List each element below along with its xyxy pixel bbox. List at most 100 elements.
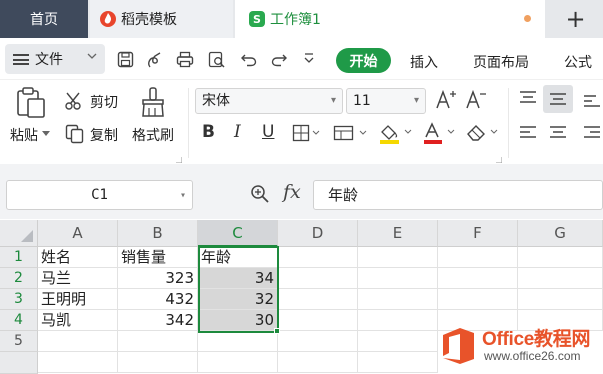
paste-dropdown-icon[interactable] bbox=[42, 130, 50, 140]
copy-button[interactable]: 复制 bbox=[90, 125, 118, 145]
cell-empty[interactable] bbox=[518, 289, 603, 310]
cell-empty[interactable] bbox=[438, 268, 518, 289]
print-preview-icon[interactable] bbox=[207, 51, 227, 69]
cell-empty[interactable] bbox=[278, 268, 358, 289]
cell-b1[interactable]: 销售量 bbox=[118, 247, 198, 268]
cell-empty[interactable] bbox=[358, 352, 438, 373]
tab-templates[interactable]: 稻壳模板 bbox=[90, 0, 233, 38]
cell-a3[interactable]: 王明明 bbox=[38, 289, 118, 310]
file-menu-button[interactable]: 文件 bbox=[5, 44, 105, 74]
scissors-icon[interactable] bbox=[65, 92, 85, 114]
cell-a4[interactable]: 马凯 bbox=[38, 310, 118, 331]
column-header-a[interactable]: A bbox=[38, 220, 118, 247]
cell-empty[interactable] bbox=[358, 268, 438, 289]
cell-empty[interactable] bbox=[438, 247, 518, 268]
column-header-g[interactable]: G bbox=[518, 220, 603, 247]
copy-icon[interactable] bbox=[65, 124, 85, 148]
bold-icon[interactable]: B bbox=[202, 122, 215, 142]
fill-color-icon[interactable] bbox=[378, 122, 414, 148]
insert-function-button[interactable]: fx bbox=[283, 181, 301, 203]
cell-empty[interactable] bbox=[38, 352, 118, 373]
menu-insert-tab[interactable]: 插入 bbox=[410, 52, 438, 72]
cell-empty[interactable] bbox=[278, 331, 358, 352]
cell-b3[interactable]: 432 bbox=[118, 289, 198, 310]
paste-button[interactable]: 粘贴 bbox=[10, 125, 38, 145]
fill-handle[interactable] bbox=[274, 328, 280, 334]
row-header-3[interactable]: 3 bbox=[0, 289, 38, 310]
cell-empty[interactable] bbox=[38, 331, 118, 352]
cell-a2[interactable]: 马兰 bbox=[38, 268, 118, 289]
format-painter-icon[interactable] bbox=[140, 86, 168, 122]
column-header-b[interactable]: B bbox=[118, 220, 198, 247]
cell-c2[interactable]: 34 bbox=[198, 268, 278, 289]
print-icon[interactable] bbox=[175, 51, 195, 69]
cell-b4[interactable]: 342 bbox=[118, 310, 198, 331]
formula-input[interactable]: 年龄 bbox=[313, 180, 603, 210]
decrease-font-size-icon[interactable] bbox=[465, 88, 487, 114]
cell-empty[interactable] bbox=[278, 247, 358, 268]
border-icon[interactable] bbox=[292, 124, 322, 146]
cell-empty[interactable] bbox=[118, 352, 198, 373]
align-right-icon[interactable] bbox=[582, 124, 602, 146]
chevron-down-icon bbox=[87, 50, 97, 64]
cell-style-icon[interactable] bbox=[333, 124, 369, 146]
cell-empty[interactable] bbox=[198, 352, 278, 373]
name-box[interactable]: C1 ▾ bbox=[6, 180, 193, 210]
new-tab-button[interactable]: + bbox=[548, 0, 603, 38]
cell-b2[interactable]: 323 bbox=[118, 268, 198, 289]
align-center-icon[interactable] bbox=[548, 124, 568, 146]
save-icon[interactable] bbox=[115, 51, 135, 69]
format-painter-button[interactable]: 格式刷 bbox=[132, 125, 174, 145]
column-header-f[interactable]: F bbox=[438, 220, 518, 247]
cell-empty[interactable] bbox=[518, 247, 603, 268]
cell-empty[interactable] bbox=[358, 289, 438, 310]
export-pdf-icon[interactable] bbox=[145, 51, 165, 69]
align-top-icon[interactable] bbox=[518, 90, 538, 112]
row-header-2[interactable]: 2 bbox=[0, 268, 38, 289]
paste-icon[interactable] bbox=[15, 86, 47, 124]
italic-icon[interactable]: I bbox=[234, 122, 241, 142]
column-header-d[interactable]: D bbox=[278, 220, 358, 247]
cell-empty[interactable] bbox=[198, 331, 278, 352]
customize-toolbar-icon[interactable] bbox=[299, 51, 319, 69]
select-all-button[interactable] bbox=[0, 220, 38, 247]
column-header-c[interactable]: C bbox=[198, 220, 278, 247]
cut-button[interactable]: 剪切 bbox=[90, 92, 118, 112]
menu-formula-tab[interactable]: 公式 bbox=[564, 52, 592, 72]
cell-empty[interactable] bbox=[438, 289, 518, 310]
redo-icon[interactable] bbox=[269, 51, 289, 69]
cell-empty[interactable] bbox=[358, 331, 438, 352]
row-header-1[interactable]: 1 bbox=[0, 247, 38, 268]
office-logo-icon bbox=[443, 328, 474, 364]
row-header-5[interactable]: 5 bbox=[0, 331, 38, 352]
cell-empty[interactable] bbox=[278, 352, 358, 373]
cell-c4[interactable]: 30 bbox=[198, 310, 278, 331]
column-header-e[interactable]: E bbox=[358, 220, 438, 247]
cell-empty[interactable] bbox=[278, 310, 358, 331]
increase-font-size-icon[interactable] bbox=[435, 88, 457, 114]
tab-home[interactable]: 首页 bbox=[0, 0, 88, 38]
menu-page-layout-tab[interactable]: 页面布局 bbox=[473, 52, 529, 72]
eraser-icon[interactable] bbox=[465, 122, 501, 148]
cell-empty[interactable] bbox=[118, 331, 198, 352]
font-size-select[interactable]: 11 ▾ bbox=[346, 88, 426, 114]
row-header-4[interactable]: 4 bbox=[0, 310, 38, 331]
cell-empty[interactable] bbox=[518, 268, 603, 289]
zoom-search-icon[interactable] bbox=[250, 184, 270, 209]
row-header-6[interactable] bbox=[0, 352, 38, 374]
cell-c3[interactable]: 32 bbox=[198, 289, 278, 310]
menu-start-tab[interactable]: 开始 bbox=[336, 48, 391, 73]
undo-icon[interactable] bbox=[239, 51, 259, 69]
tab-workbook[interactable]: S 工作簿1 bbox=[235, 0, 545, 38]
cell-empty[interactable] bbox=[278, 289, 358, 310]
font-name-select[interactable]: 宋体 ▾ bbox=[195, 88, 343, 114]
cell-empty[interactable] bbox=[358, 310, 438, 331]
font-color-icon[interactable] bbox=[422, 122, 458, 148]
cell-a1[interactable]: 姓名 bbox=[38, 247, 118, 268]
align-bottom-icon[interactable] bbox=[582, 90, 602, 112]
align-middle-icon[interactable] bbox=[548, 90, 568, 112]
underline-icon[interactable]: U bbox=[262, 122, 274, 142]
cell-empty[interactable] bbox=[358, 247, 438, 268]
align-left-icon[interactable] bbox=[518, 124, 538, 146]
cell-c1[interactable]: 年龄 bbox=[198, 247, 278, 268]
